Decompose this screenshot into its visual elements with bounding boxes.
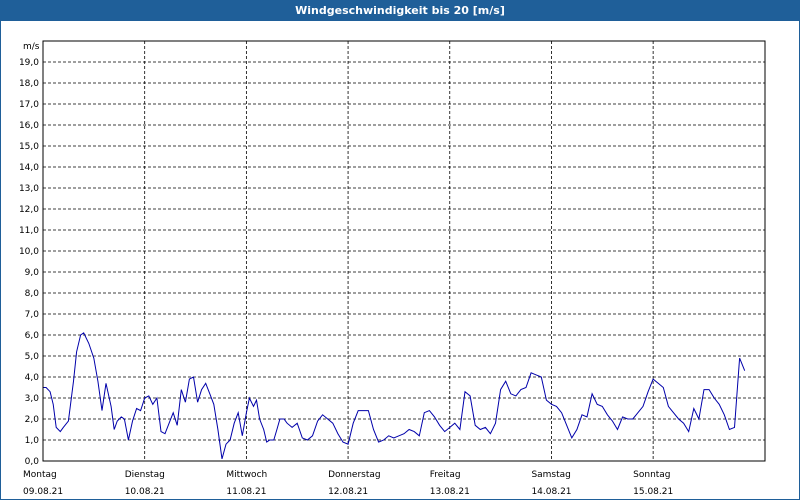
x-date-label: 12.08.21 [328,487,368,497]
y-tick-label: 3,0 [25,394,40,404]
y-tick-label: 1,0 [25,436,40,446]
y-tick-label: 17,0 [19,100,39,110]
wind-speed-chart: m/s 0,0 1,0 2,0 3,0 4,0 5,0 6,0 7,0 8,0 9,0 10,0 11… [19,40,766,497]
x-date-label: 09.08.21 [23,487,63,497]
y-tick-label: 10,0 [19,247,39,257]
y-tick-label: 18,0 [19,79,39,89]
y-tick-label: 7,0 [25,310,40,320]
y-tick-labels: 0,0 1,0 2,0 3,0 4,0 5,0 6,0 7,0 8,0 9,0 10,0 11,0 12… [19,58,39,467]
y-tick-label: 2,0 [25,415,40,425]
x-date-label: 11.08.21 [226,487,266,497]
x-day-label: Mittwoch [226,470,267,480]
y-tick-label: 11,0 [19,226,39,236]
y-tick-label: 16,0 [19,121,39,131]
y-tick-label: 12,0 [19,205,39,215]
x-day-label: Samstag [531,470,570,480]
x-date-label: 15.08.21 [633,487,673,497]
y-axis-unit-label: m/s [23,42,40,52]
x-tick-labels: Montag 09.08.21 Dienstag 10.08.21 Mittwoch 11… [23,470,673,497]
y-tick-label: 5,0 [25,352,40,362]
y-tick-label: 9,0 [25,268,40,278]
chart-window: Windgeschwindigkeit bis 20 [m/s] m/s 0,0… [0,0,800,500]
x-day-label: Donnerstag [328,470,381,480]
y-tick-label: 15,0 [19,142,39,152]
y-tick-label: 0,0 [25,457,40,467]
x-date-label: 13.08.21 [430,487,470,497]
y-tick-label: 14,0 [19,163,39,173]
y-tick-label: 6,0 [25,331,40,341]
x-date-label: 14.08.21 [531,487,571,497]
x-day-label: Dienstag [125,470,165,480]
x-day-label: Sonntag [633,470,670,480]
x-day-label: Freitag [430,470,461,480]
y-tick-label: 13,0 [19,184,39,194]
y-tick-label: 8,0 [25,289,40,299]
x-date-label: 10.08.21 [125,487,165,497]
x-day-label: Montag [23,470,57,480]
y-tick-label: 4,0 [25,373,40,383]
y-tick-label: 19,0 [19,58,39,68]
chart-grid [43,41,765,461]
